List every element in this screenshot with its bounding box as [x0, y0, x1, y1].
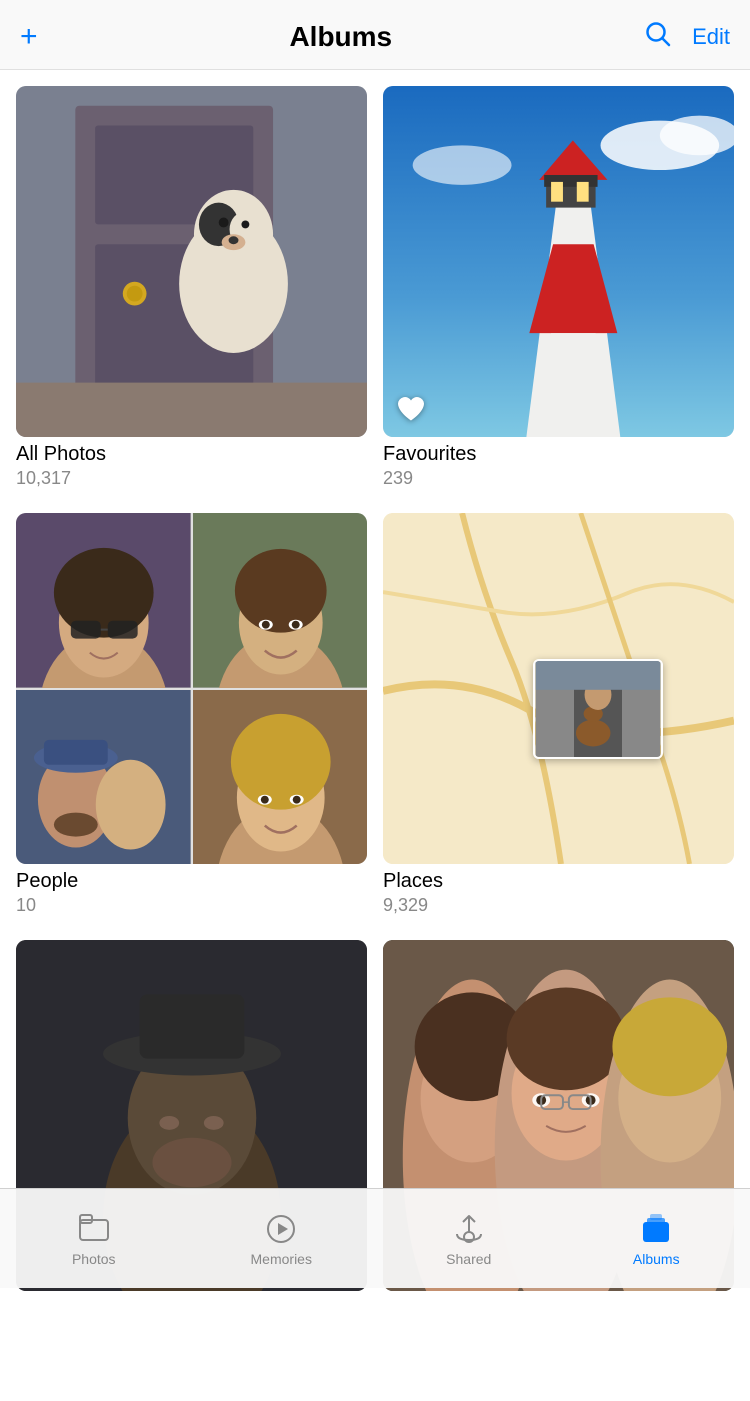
shared-nav-icon: [451, 1211, 487, 1247]
memories-nav-icon: [263, 1211, 299, 1247]
nav-label-albums: Albums: [633, 1251, 680, 1267]
album-all-photos[interactable]: All Photos 10,317: [16, 86, 367, 489]
album-places[interactable]: Places 9,329: [383, 513, 734, 916]
favourites-illustration: [383, 86, 734, 437]
album-all-photos-count: 10,317: [16, 468, 367, 489]
bottom-nav: Photos Memories Shared: [0, 1188, 750, 1288]
nav-item-memories[interactable]: Memories: [188, 1211, 376, 1267]
albums-icon: [639, 1212, 673, 1246]
photos-nav-icon: [76, 1211, 112, 1247]
add-button[interactable]: +: [20, 22, 38, 52]
search-icon: [644, 20, 672, 48]
edit-button[interactable]: Edit: [692, 24, 730, 50]
album-people[interactable]: People 10: [16, 513, 367, 916]
photos-icon: [77, 1212, 111, 1246]
album-favourites-count: 239: [383, 468, 734, 489]
memories-icon: [264, 1212, 298, 1246]
face-3: [16, 690, 191, 865]
face-2: [193, 513, 368, 688]
album-favourites[interactable]: Favourites 239: [383, 86, 734, 489]
album-favourites-thumb: [383, 86, 734, 437]
nav-label-photos: Photos: [72, 1251, 116, 1267]
album-people-count: 10: [16, 895, 367, 916]
face-4: [193, 690, 368, 865]
nav-label-memories: Memories: [251, 1251, 312, 1267]
albums-grid: All Photos 10,317: [16, 86, 734, 1291]
album-people-thumb: [16, 513, 367, 864]
bottom-spacer: [16, 1291, 734, 1401]
album-favourites-name: Favourites: [383, 443, 734, 466]
album-people-name: People: [16, 870, 367, 893]
nav-item-shared[interactable]: Shared: [375, 1211, 563, 1267]
nav-label-shared: Shared: [446, 1251, 491, 1267]
albums-nav-icon: [638, 1211, 674, 1247]
heart-icon: [395, 393, 427, 425]
nav-item-photos[interactable]: Photos: [0, 1211, 188, 1267]
album-places-thumb: [383, 513, 734, 864]
page-title: Albums: [289, 21, 392, 53]
places-photo-pin: [533, 659, 663, 759]
album-all-photos-name: All Photos: [16, 443, 367, 466]
album-places-name: Places: [383, 870, 734, 893]
all-photos-illustration: [16, 86, 367, 437]
album-all-photos-thumb: [16, 86, 367, 437]
album-places-count: 9,329: [383, 895, 734, 916]
face-1: [16, 513, 191, 688]
favourites-heart-badge: [393, 391, 429, 427]
search-button[interactable]: [644, 20, 672, 53]
header: + Albums Edit: [0, 0, 750, 70]
shared-icon: [452, 1212, 486, 1246]
header-actions: Edit: [644, 20, 730, 53]
nav-item-albums[interactable]: Albums: [563, 1211, 750, 1267]
